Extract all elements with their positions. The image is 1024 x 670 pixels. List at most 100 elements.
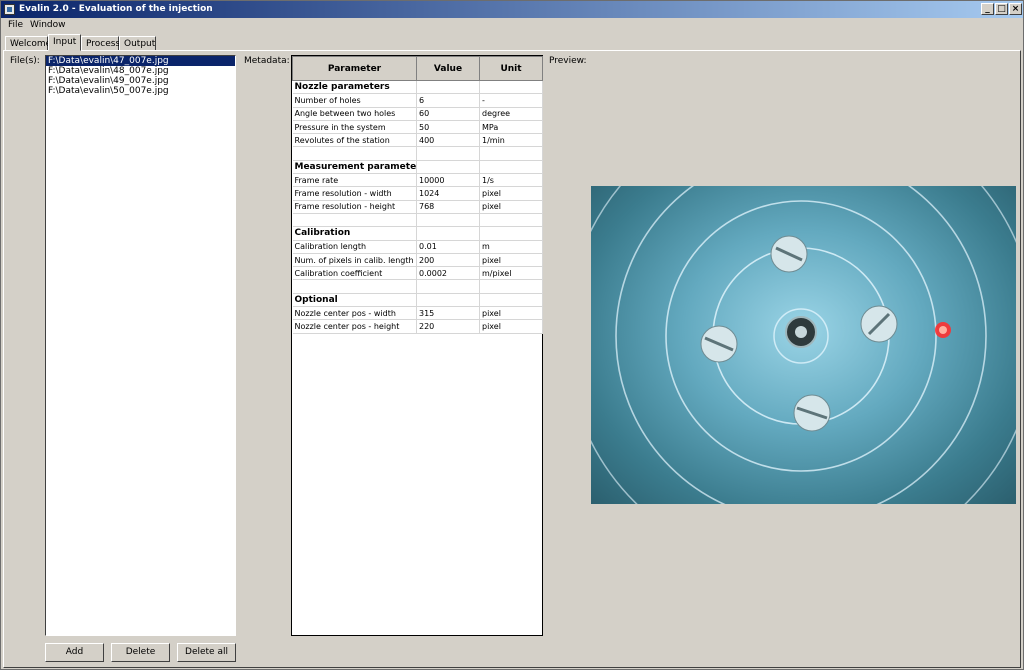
file-list-item[interactable]: F:\Data\evalin\47_007e.jpg <box>46 56 235 66</box>
maximize-button[interactable]: □ <box>995 3 1008 15</box>
table-row[interactable] <box>292 146 543 161</box>
blank-cell[interactable] <box>416 293 480 308</box>
tab-output[interactable]: Output <box>119 36 156 51</box>
unit-cell[interactable]: m <box>479 240 543 254</box>
unit-cell[interactable]: pixel <box>479 253 543 268</box>
unit-cell[interactable]: pixel <box>479 200 543 214</box>
add-button[interactable]: Add <box>45 643 104 662</box>
parameter-cell[interactable]: Calibration coefficient <box>292 266 417 281</box>
blank-cell[interactable] <box>292 279 417 294</box>
minimize-button[interactable]: _ <box>981 3 994 15</box>
unit-cell[interactable]: pixel <box>479 186 543 201</box>
parameter-cell[interactable]: Frame resolution - width <box>292 186 417 201</box>
blank-cell[interactable] <box>479 80 543 95</box>
file-list-item[interactable]: F:\Data\evalin\50_007e.jpg <box>46 86 235 96</box>
parameter-cell[interactable]: Nozzle center pos - width <box>292 306 417 321</box>
unit-cell[interactable]: m/pixel <box>479 266 543 281</box>
blank-cell[interactable] <box>416 80 480 95</box>
metadata-table: Parameter Value Unit Nozzle parameters Nu… <box>292 56 543 334</box>
delete-all-button[interactable]: Delete all <box>177 643 236 662</box>
value-cell[interactable]: 6 <box>416 93 480 108</box>
value-cell[interactable]: 10000 <box>416 173 480 188</box>
value-cell[interactable]: 768 <box>416 200 480 214</box>
section-title[interactable]: Nozzle parameters <box>292 80 417 95</box>
value-cell[interactable]: 50 <box>416 120 480 135</box>
blank-cell[interactable] <box>479 160 543 175</box>
blank-cell[interactable] <box>479 146 543 161</box>
tab-process[interactable]: Process <box>81 36 120 51</box>
minimize-icon: _ <box>985 4 990 14</box>
value-cell[interactable]: 1024 <box>416 186 480 201</box>
parameter-cell[interactable]: Nozzle center pos - height <box>292 319 417 334</box>
blank-cell[interactable] <box>292 213 417 228</box>
column-header-value[interactable]: Value <box>416 56 480 81</box>
unit-cell[interactable]: 1/min <box>479 133 543 148</box>
parameter-cell[interactable]: Revolutes of the station <box>292 133 417 148</box>
table-row[interactable] <box>292 279 543 294</box>
tab-input[interactable]: Input <box>48 34 81 51</box>
section-row[interactable]: Optional <box>292 293 543 308</box>
blank-cell[interactable] <box>416 279 480 294</box>
value-cell[interactable]: 200 <box>416 253 480 268</box>
unit-cell[interactable]: pixel <box>479 319 543 334</box>
table-row[interactable]: Nozzle center pos - width 315 pixel <box>292 306 543 321</box>
unit-cell[interactable]: - <box>479 93 543 108</box>
blank-cell[interactable] <box>416 146 480 161</box>
preview-image[interactable] <box>591 186 1016 504</box>
blank-cell[interactable] <box>479 279 543 294</box>
unit-cell[interactable]: degree <box>479 107 543 121</box>
table-row[interactable] <box>292 213 543 228</box>
table-row[interactable]: Revolutes of the station 400 1/min <box>292 133 543 148</box>
title-bar[interactable]: Evalin 2.0 - Evaluation of the injection… <box>1 1 1023 18</box>
unit-cell[interactable]: pixel <box>479 306 543 321</box>
menu-window[interactable]: Window <box>30 20 66 30</box>
table-row[interactable]: Frame resolution - width 1024 pixel <box>292 186 543 201</box>
blank-cell[interactable] <box>292 146 417 161</box>
table-row[interactable]: Nozzle center pos - height 220 pixel <box>292 319 543 334</box>
column-header-parameter[interactable]: Parameter <box>292 56 417 81</box>
blank-cell[interactable] <box>479 293 543 308</box>
table-row[interactable]: Number of holes 6- <box>292 93 543 108</box>
value-cell[interactable]: 0.0002 <box>416 266 480 281</box>
table-row[interactable]: Frame rate 10000 1/s <box>292 173 543 188</box>
table-row[interactable]: Num. of pixels in calib. length 200 pixel <box>292 253 543 268</box>
table-row[interactable]: Frame resolution - height 768 pixel <box>292 200 543 214</box>
section-title[interactable]: Optional <box>292 293 417 308</box>
file-list-item[interactable]: F:\Data\evalin\48_007e.jpg <box>46 66 235 76</box>
tab-welcome[interactable]: Welcome <box>5 36 51 51</box>
parameter-cell[interactable]: Frame rate <box>292 173 417 188</box>
value-cell[interactable]: 315 <box>416 306 480 321</box>
column-header-unit[interactable]: Unit <box>479 56 543 81</box>
parameter-cell[interactable]: Pressure in the system <box>292 120 417 135</box>
blank-cell[interactable] <box>416 226 480 241</box>
parameter-cell[interactable]: Angle between two holes <box>292 107 417 121</box>
blank-cell[interactable] <box>416 213 480 228</box>
unit-cell[interactable]: 1/s <box>479 173 543 188</box>
parameter-cell[interactable]: Calibration length <box>292 240 417 254</box>
blank-cell[interactable] <box>479 226 543 241</box>
blank-cell[interactable] <box>416 160 480 175</box>
section-row[interactable]: Nozzle parameters <box>292 80 543 95</box>
menu-file[interactable]: File <box>8 20 23 30</box>
blank-cell[interactable] <box>479 213 543 228</box>
section-title[interactable]: Calibration <box>292 226 417 241</box>
file-list[interactable]: F:\Data\evalin\47_007e.jpg F:\Data\evalin… <box>45 55 236 636</box>
section-row[interactable]: Calibration <box>292 226 543 241</box>
table-row[interactable]: Pressure in the system 50 MPa <box>292 120 543 135</box>
unit-cell[interactable]: MPa <box>479 120 543 135</box>
parameter-cell[interactable]: Num. of pixels in calib. length <box>292 253 417 268</box>
value-cell[interactable]: 400 <box>416 133 480 148</box>
parameter-cell[interactable]: Number of holes <box>292 93 417 108</box>
close-button[interactable]: × <box>1009 3 1022 15</box>
table-row[interactable]: Calibration coefficient 0.0002 m/pixel <box>292 266 543 281</box>
value-cell[interactable]: 60 <box>416 107 480 121</box>
section-title[interactable]: Measurement parameters <box>292 160 417 175</box>
file-list-item[interactable]: F:\Data\evalin\49_007e.jpg <box>46 76 235 86</box>
section-row[interactable]: Measurement parameters <box>292 160 543 175</box>
delete-button[interactable]: Delete <box>111 643 170 662</box>
parameter-cell[interactable]: Frame resolution - height <box>292 200 417 214</box>
value-cell[interactable]: 220 <box>416 319 480 334</box>
table-row[interactable]: Angle between two holes 60 degree <box>292 107 543 121</box>
value-cell[interactable]: 0.01 <box>416 240 480 254</box>
table-row[interactable]: Calibration length 0.01 m <box>292 240 543 254</box>
